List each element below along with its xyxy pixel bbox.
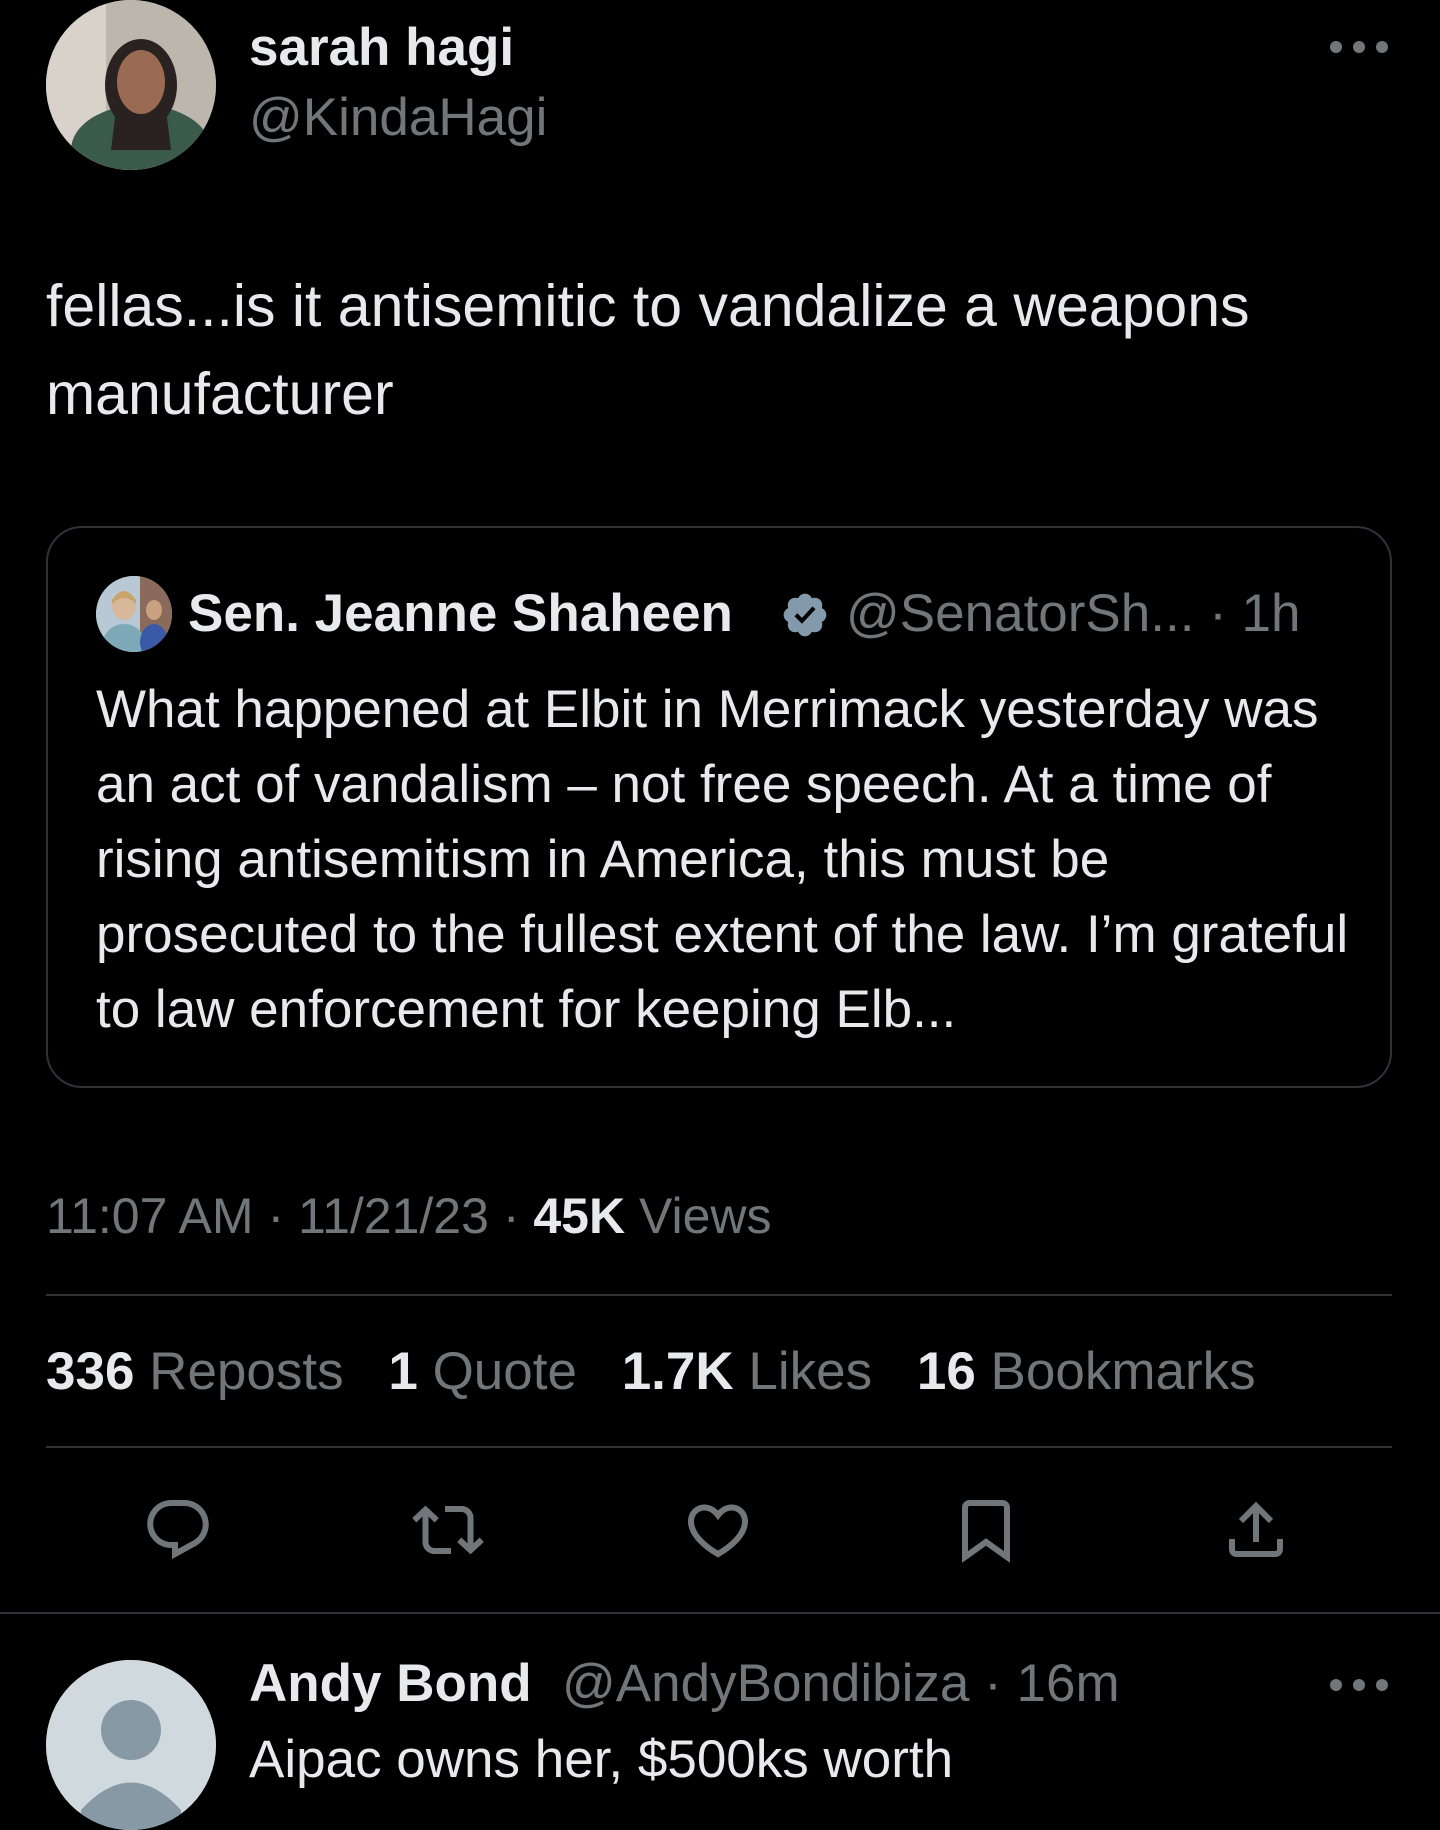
engagement-stats: 336 Reposts 1 Quote 1.7K Likes 16 Bookma… [46, 1340, 1286, 1404]
views-label: Views [639, 1188, 772, 1244]
likes-stat[interactable]: 1.7K Likes [622, 1342, 872, 1401]
quoted-author-avatar[interactable] [96, 576, 172, 652]
views-count: 45K [533, 1188, 626, 1244]
divider [0, 1612, 1440, 1614]
tweet-time[interactable]: 11:07 AM [46, 1188, 254, 1244]
share-icon[interactable] [1216, 1490, 1296, 1570]
verified-badge-icon [780, 590, 830, 640]
reply-author-display-name[interactable]: Andy Bond [249, 1652, 532, 1716]
divider [46, 1446, 1392, 1448]
tweet-date[interactable]: 11/21/23 [298, 1188, 489, 1244]
tweet-text: fellas...is it antisemitic to vandalize … [46, 273, 1250, 427]
quotes-stat[interactable]: 1 Quote [388, 1342, 577, 1401]
reply-author-avatar[interactable] [46, 1660, 216, 1830]
reply-text: Aipac owns her, $500ks worth [249, 1730, 954, 1789]
repost-icon[interactable] [408, 1490, 488, 1570]
quoted-tweet-text: What happened at Elbit in Merrimack yest… [96, 680, 1349, 1039]
reply-author-handle-time[interactable]: @AndyBondibiza · 16m [562, 1652, 1120, 1716]
author-display-name[interactable]: sarah hagi [249, 18, 514, 78]
like-icon[interactable] [678, 1490, 758, 1570]
more-options-icon[interactable] [1330, 38, 1388, 56]
quoted-author-display-name[interactable]: Sen. Jeanne Shaheen [188, 582, 733, 646]
reposts-stat[interactable]: 336 Reposts [46, 1342, 344, 1401]
bookmarks-stat[interactable]: 16 Bookmarks [917, 1342, 1256, 1401]
author-handle[interactable]: @KindaHagi [249, 88, 547, 148]
tweet-timestamp-row: 11:07 AM · 11/21/23 · 45K Views [46, 1188, 772, 1244]
divider [46, 1294, 1392, 1296]
reply-more-options-icon[interactable] [1330, 1676, 1388, 1694]
bookmark-icon[interactable] [946, 1490, 1026, 1570]
quoted-author-handle-time[interactable]: @SenatorSh... · 1h [846, 582, 1301, 646]
author-avatar[interactable] [46, 0, 216, 170]
reply-icon[interactable] [138, 1490, 218, 1570]
